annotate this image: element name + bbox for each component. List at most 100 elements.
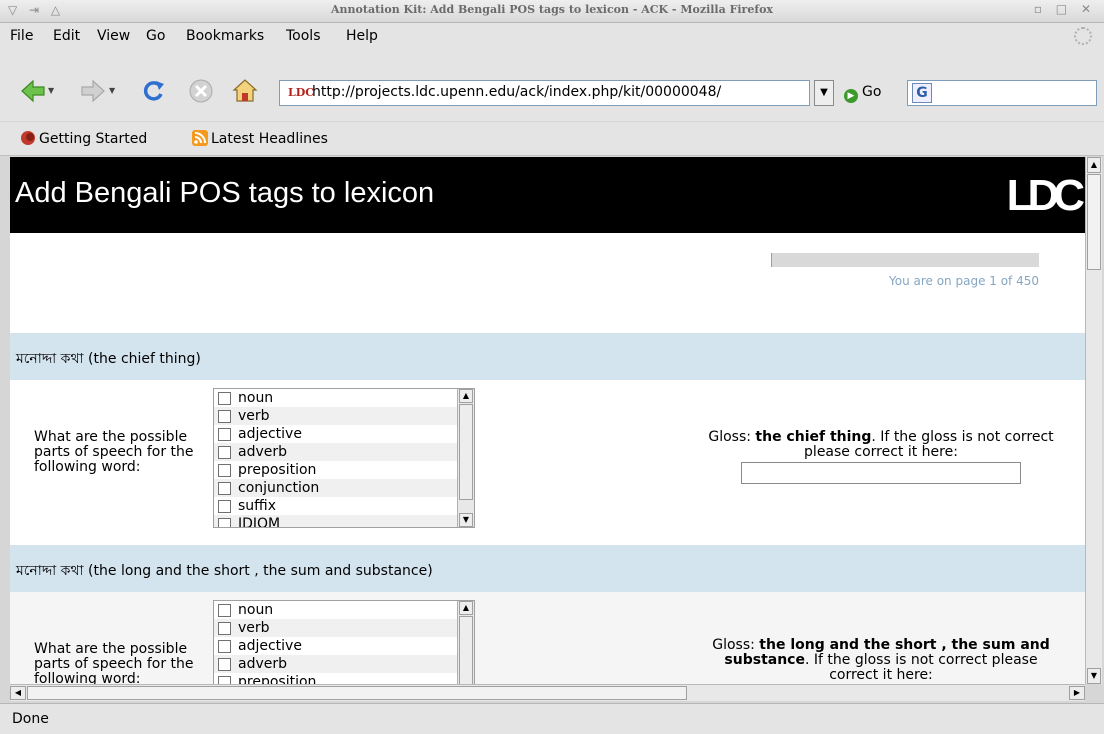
page-status: You are on page 1 of 450 xyxy=(889,274,1039,288)
go-arrow-icon: ▶ xyxy=(844,89,858,103)
pos-checkbox[interactable] xyxy=(218,482,231,495)
forward-arrow-icon[interactable] xyxy=(80,78,106,104)
scroll-up-icon[interactable]: ▲ xyxy=(459,601,473,615)
pos-option[interactable]: adverb xyxy=(214,655,474,673)
home-icon[interactable] xyxy=(232,78,258,104)
pos-option-label: adverb xyxy=(238,656,288,672)
menu-view[interactable]: View xyxy=(97,28,130,44)
url-text[interactable]: http://projects.ldc.upenn.edu/ack/index.… xyxy=(312,84,802,100)
scroll-right-icon[interactable]: ▶ xyxy=(1069,686,1085,700)
url-history-dropdown-icon[interactable]: ▼ xyxy=(814,80,834,106)
entry-row: What are the possible parts of speech fo… xyxy=(10,592,1085,684)
throbber-icon xyxy=(1074,27,1092,45)
menu-tools[interactable]: Tools xyxy=(286,28,321,44)
pos-option-label: preposition xyxy=(238,674,317,684)
pos-listbox[interactable]: noun verb adjective adverb preposition c… xyxy=(213,388,475,528)
scroll-up-icon[interactable]: ▲ xyxy=(1087,157,1101,173)
pos-option-label: adjective xyxy=(238,638,302,654)
pos-option[interactable]: verb xyxy=(214,619,474,637)
pos-checkbox[interactable] xyxy=(218,640,231,653)
pos-option-label: adjective xyxy=(238,426,302,442)
gloss-block: Gloss: the long and the short , the sum … xyxy=(700,638,1062,683)
menu-edit[interactable]: Edit xyxy=(53,28,80,44)
scroll-thumb[interactable] xyxy=(1087,174,1101,270)
bookmark-getting-started[interactable]: Getting Started xyxy=(20,130,147,147)
pos-checkbox[interactable] xyxy=(218,392,231,405)
search-input[interactable]: G xyxy=(907,80,1097,106)
bookmark-getting-started-label: Getting Started xyxy=(39,131,148,147)
url-field[interactable]: LDC http://projects.ldc.upenn.edu/ack/in… xyxy=(279,80,810,106)
pos-option-label: adverb xyxy=(238,444,288,460)
status-bar: Done xyxy=(0,703,1104,734)
pos-option-label: verb xyxy=(238,620,270,636)
bookmark-latest-headlines-label: Latest Headlines xyxy=(211,131,328,147)
pos-checkbox[interactable] xyxy=(218,464,231,477)
reload-icon[interactable] xyxy=(140,78,166,104)
forward-history-dropdown-icon[interactable]: ▼ xyxy=(109,86,115,95)
scroll-thumb[interactable] xyxy=(459,616,473,684)
pos-option[interactable]: preposition xyxy=(214,461,474,479)
pos-option-label: suffix xyxy=(238,498,276,514)
word-header: মনোদ্দা কথা (the long and the short , th… xyxy=(10,545,1085,592)
menu-bar: File Edit View Go Bookmarks Tools Help xyxy=(0,23,1104,51)
back-arrow-icon[interactable] xyxy=(20,78,46,104)
pos-checkbox[interactable] xyxy=(218,428,231,441)
page-content[interactable]: Add Bengali POS tags to lexicon LDC You … xyxy=(10,157,1085,684)
page-vertical-scrollbar[interactable]: ▲ ▼ xyxy=(1085,157,1102,684)
gloss-correction-input[interactable] xyxy=(741,462,1021,484)
go-label: Go xyxy=(862,84,882,100)
listbox-scrollbar[interactable]: ▲ xyxy=(457,601,474,684)
pos-option-label: conjunction xyxy=(238,480,320,496)
pos-checkbox[interactable] xyxy=(218,658,231,671)
scroll-left-icon[interactable]: ◀ xyxy=(10,686,26,700)
pos-checkbox[interactable] xyxy=(218,518,231,527)
pos-checkbox[interactable] xyxy=(218,622,231,635)
navigation-toolbar: ▼ ▼ LDC http://projects.ldc.upenn.edu/ac… xyxy=(0,51,1104,121)
pos-listbox[interactable]: noun verb adjective adverb preposition ▲ xyxy=(213,600,475,684)
pos-option-label: noun xyxy=(238,390,274,406)
pos-option[interactable]: adjective xyxy=(214,425,474,443)
search-engine-icon[interactable]: G xyxy=(912,83,932,103)
pos-checkbox[interactable] xyxy=(218,604,231,617)
page-title: Add Bengali POS tags to lexicon xyxy=(15,177,435,209)
pos-option[interactable]: adjective xyxy=(214,637,474,655)
page-horizontal-scrollbar[interactable]: ◀ ▶ xyxy=(10,684,1085,701)
scroll-thumb[interactable] xyxy=(459,404,473,500)
progress-bar xyxy=(771,253,1039,267)
pos-option[interactable]: noun xyxy=(214,601,474,619)
entry-row: What are the possible parts of speech fo… xyxy=(10,380,1085,545)
menu-help[interactable]: Help xyxy=(346,28,378,44)
pos-checkbox[interactable] xyxy=(218,676,231,684)
menu-go[interactable]: Go xyxy=(146,28,165,44)
pos-checkbox[interactable] xyxy=(218,446,231,459)
scroll-up-icon[interactable]: ▲ xyxy=(459,389,473,403)
pos-option[interactable]: verb xyxy=(214,407,474,425)
pos-option[interactable]: suffix xyxy=(214,497,474,515)
window-title: Annotation Kit: Add Bengali POS tags to … xyxy=(331,3,773,16)
window-controls[interactable]: ▫ □ ✕ xyxy=(1034,2,1096,16)
window-titlebar[interactable]: ▽ ⇥ △ Annotation Kit: Add Bengali POS ta… xyxy=(0,0,1104,23)
pos-checkbox[interactable] xyxy=(218,410,231,423)
pos-option-label: IDIOM xyxy=(238,516,281,528)
scroll-thumb[interactable] xyxy=(27,686,687,700)
menu-file[interactable]: File xyxy=(10,28,33,44)
pos-option[interactable]: adverb xyxy=(214,443,474,461)
scroll-down-icon[interactable]: ▼ xyxy=(459,513,473,527)
listbox-scrollbar[interactable]: ▲ ▼ xyxy=(457,389,474,527)
word-text: মনোদ্দা কথা (the long and the short , th… xyxy=(16,563,433,579)
pos-option[interactable]: preposition xyxy=(214,673,474,684)
status-text: Done xyxy=(12,711,49,727)
stop-icon[interactable] xyxy=(188,78,214,104)
bookmark-latest-headlines[interactable]: Latest Headlines xyxy=(192,130,328,147)
pos-option[interactable]: noun xyxy=(214,389,474,407)
scroll-down-icon[interactable]: ▼ xyxy=(1087,668,1101,684)
ldc-favicon-icon: LDC xyxy=(288,86,315,99)
pos-question: What are the possible parts of speech fo… xyxy=(34,429,194,475)
pos-checkbox[interactable] xyxy=(218,500,231,513)
pos-option[interactable]: IDIOM xyxy=(214,515,474,528)
gloss-instruction: . If the gloss is not correct please cor… xyxy=(804,652,1038,683)
back-history-dropdown-icon[interactable]: ▼ xyxy=(48,86,54,95)
pos-option[interactable]: conjunction xyxy=(214,479,474,497)
menu-bookmarks[interactable]: Bookmarks xyxy=(186,28,264,44)
go-button[interactable]: ▶ Go xyxy=(844,84,881,103)
